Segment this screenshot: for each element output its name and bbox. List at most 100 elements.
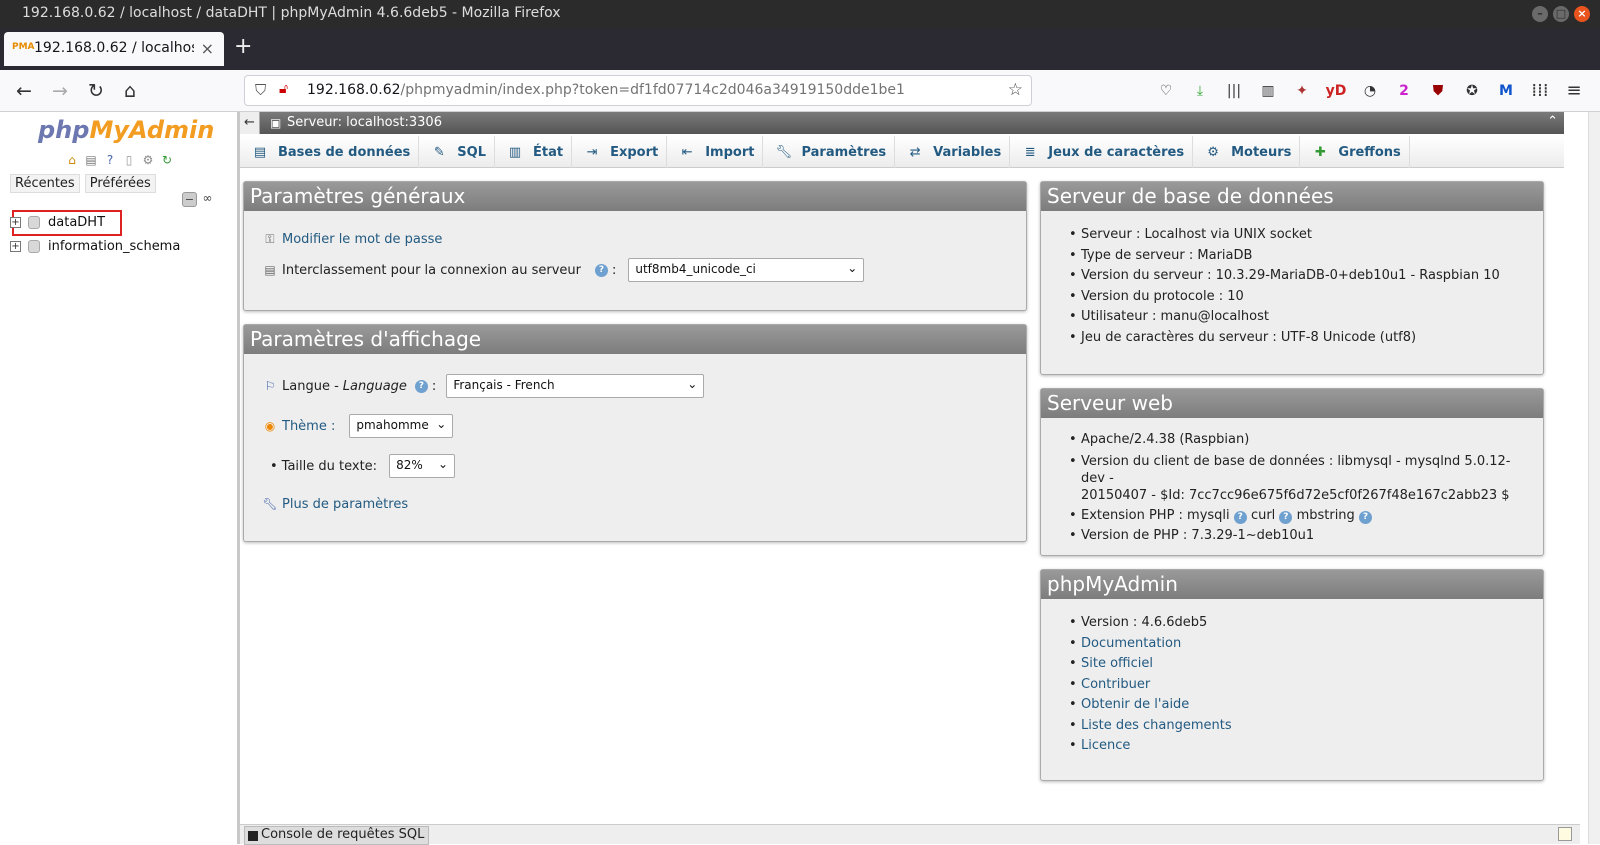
change-password-link[interactable]: Modifier le mot de passe <box>282 232 442 247</box>
tab-settings[interactable]: 🔧︎ Paramètres <box>763 136 896 168</box>
library-icon[interactable]: ||| <box>1222 79 1246 103</box>
list-item: Liste des changements <box>1069 716 1525 737</box>
database-label[interactable]: information_schema <box>48 239 180 254</box>
url-bar[interactable]: ⛉ 🔓︎ 192.168.0.62/phpmyadmin/index.php?t… <box>244 75 1032 106</box>
insecure-lock-icon[interactable]: 🔓︎ <box>279 81 288 97</box>
link-icon[interactable]: ∞ <box>200 192 215 207</box>
menu-label: État <box>532 144 564 160</box>
addon-icon[interactable]: ✦ <box>1290 79 1314 103</box>
menu-label: Greffons <box>1338 144 1401 160</box>
fontsize-label: Taille du texte: <box>281 458 378 474</box>
sync-icon[interactable]: ◔ <box>1358 79 1382 103</box>
help-icon[interactable]: ? <box>1233 510 1247 524</box>
sql-console-toggle[interactable]: Console de requêtes SQL <box>244 826 430 845</box>
fontsize-select[interactable]: 82% ⌄ <box>389 454 456 478</box>
general-settings-panel: Paramètres généraux ⚿ Modifier le mot de… <box>243 181 1027 311</box>
documentation-link[interactable]: Documentation <box>1081 636 1181 651</box>
collapse-nav-button[interactable]: ← <box>240 112 260 134</box>
tracking-shield-icon[interactable]: ⛉ <box>255 81 266 99</box>
console-label: Console de requêtes SQL <box>261 827 425 842</box>
pocket-icon[interactable]: ♡ <box>1154 79 1178 103</box>
more-settings-link[interactable]: Plus de paramètres <box>282 497 408 512</box>
help-icon[interactable]: ? <box>1358 510 1372 524</box>
extension-2-icon[interactable]: 2 <box>1392 79 1416 103</box>
malwarebytes-icon[interactable]: M <box>1494 79 1518 103</box>
import-icon: ⇤ <box>681 144 693 160</box>
theme-link[interactable]: Thème : <box>282 419 335 434</box>
server-icon: ▣ <box>270 116 282 130</box>
menu-label: SQL <box>457 144 486 160</box>
theme-select[interactable]: pmahomme ⌄ <box>349 414 454 438</box>
collation-label: Interclassement pour la connexion au ser… <box>282 262 581 278</box>
ublock-icon[interactable]: ⛊ <box>1426 79 1450 103</box>
tab-export[interactable]: ⇥ Export <box>572 136 668 168</box>
help-icon[interactable]: ? <box>414 379 428 393</box>
url-path: /phpmyadmin/index.php?token=df1fd07714c2… <box>400 82 905 98</box>
close-window-button[interactable]: × <box>1574 6 1590 22</box>
reload-button[interactable]: ↻ <box>84 79 108 103</box>
favorite-tables-tab[interactable]: Préférées <box>84 174 156 193</box>
tab-strip: PMA 192.168.0.62 / localhost / dataDHT ×… <box>0 28 1600 70</box>
forward-button[interactable]: → <box>48 79 72 103</box>
list-item: Version de PHP : 7.3.29-1~deb10u1 <box>1069 526 1525 547</box>
tab-databases[interactable]: ▤ Bases de données <box>240 136 420 168</box>
top-menu: ▤ Bases de données ✎ SQL ▥ État ⇥ Export ⇤ Im… <box>240 136 1564 168</box>
new-tab-button[interactable]: + <box>234 34 252 59</box>
url-text[interactable]: 192.168.0.62/phpmyadmin/index.php?token=… <box>307 82 905 98</box>
bullet: • <box>270 458 278 474</box>
vertical-scrollbar[interactable] <box>1588 112 1600 844</box>
yd-icon[interactable]: yD <box>1324 79 1348 103</box>
tab-close-icon[interactable]: × <box>201 39 214 58</box>
menu-icon[interactable]: ≡ <box>1562 79 1586 103</box>
apps-grid-icon[interactable]: ⁞⁞⁞ <box>1528 79 1552 103</box>
tab-import[interactable]: ⇤ Import <box>667 136 764 168</box>
language-select[interactable]: Français - French ⌄ <box>446 374 705 398</box>
server-breadcrumb[interactable]: Serveur: localhost:3306 <box>287 115 442 130</box>
tab-charsets[interactable]: ≣ Jeux de caractères <box>1010 136 1194 168</box>
expand-icon[interactable]: + <box>10 241 21 252</box>
tab-sql[interactable]: ✎ SQL <box>419 136 495 168</box>
console-options-icon[interactable] <box>1558 827 1572 841</box>
tab-engines[interactable]: ⚙ Moteurs <box>1193 136 1301 168</box>
panel-title: Paramètres généraux <box>244 182 1026 211</box>
recent-tables-tab[interactable]: Récentes <box>10 174 80 193</box>
bookmark-star-icon[interactable]: ☆ <box>1008 80 1023 100</box>
home-icon[interactable]: ⌂ <box>64 152 80 168</box>
docs-icon[interactable]: ▯ <box>121 152 137 168</box>
tab-status[interactable]: ▥ État <box>495 136 573 168</box>
help-icon[interactable]: ? <box>1279 510 1293 524</box>
collapse-all-icon[interactable]: − <box>182 192 197 207</box>
maximize-button[interactable]: □ <box>1553 6 1569 22</box>
changelog-link[interactable]: Liste des changements <box>1081 718 1232 733</box>
tab-plugins[interactable]: ✚ Greffons <box>1300 136 1410 168</box>
logout-icon[interactable]: ▤ <box>83 152 99 168</box>
collation-select[interactable]: utf8mb4_unicode_ci ⌄ <box>628 258 865 282</box>
sidebar-icon[interactable]: ▥ <box>1256 79 1280 103</box>
reload-icon[interactable]: ↻ <box>159 152 175 168</box>
browser-tab[interactable]: PMA 192.168.0.62 / localhost / dataDHT × <box>4 32 224 66</box>
extension-icon[interactable]: ✪ <box>1460 79 1484 103</box>
gear-icon[interactable]: ⚙ <box>140 152 156 168</box>
collapse-topbar-icon[interactable]: ⌃ <box>1547 114 1558 129</box>
contribute-link[interactable]: Contribuer <box>1081 677 1150 692</box>
official-site-link[interactable]: Site officiel <box>1081 656 1153 671</box>
window-title: 192.168.0.62 / localhost / dataDHT | php… <box>22 5 561 21</box>
license-link[interactable]: Licence <box>1081 738 1130 753</box>
list-item: Contribuer <box>1069 675 1525 696</box>
tab-variables[interactable]: ⇄ Variables <box>895 136 1011 168</box>
back-button[interactable]: ← <box>12 79 36 103</box>
home-button[interactable]: ⌂ <box>118 79 142 103</box>
help-icon[interactable]: ? <box>102 152 118 168</box>
sql-console-bar: Console de requêtes SQL <box>240 824 1580 845</box>
phpmyadmin-logo[interactable]: phpMyAdmin <box>38 116 214 144</box>
panel-title: Serveur de base de données <box>1041 182 1543 211</box>
expand-icon[interactable]: + <box>10 217 21 228</box>
get-help-link[interactable]: Obtenir de l'aide <box>1081 697 1189 712</box>
chevron-down-icon: ⌄ <box>847 261 858 275</box>
help-icon[interactable]: ? <box>594 263 608 277</box>
download-icon[interactable]: ⤓ <box>1188 79 1212 103</box>
window-titlebar: 192.168.0.62 / localhost / dataDHT | php… <box>0 0 1600 28</box>
list-item: Site officiel <box>1069 654 1525 675</box>
minimize-button[interactable]: – <box>1532 6 1548 22</box>
database-label[interactable]: dataDHT <box>48 215 105 230</box>
